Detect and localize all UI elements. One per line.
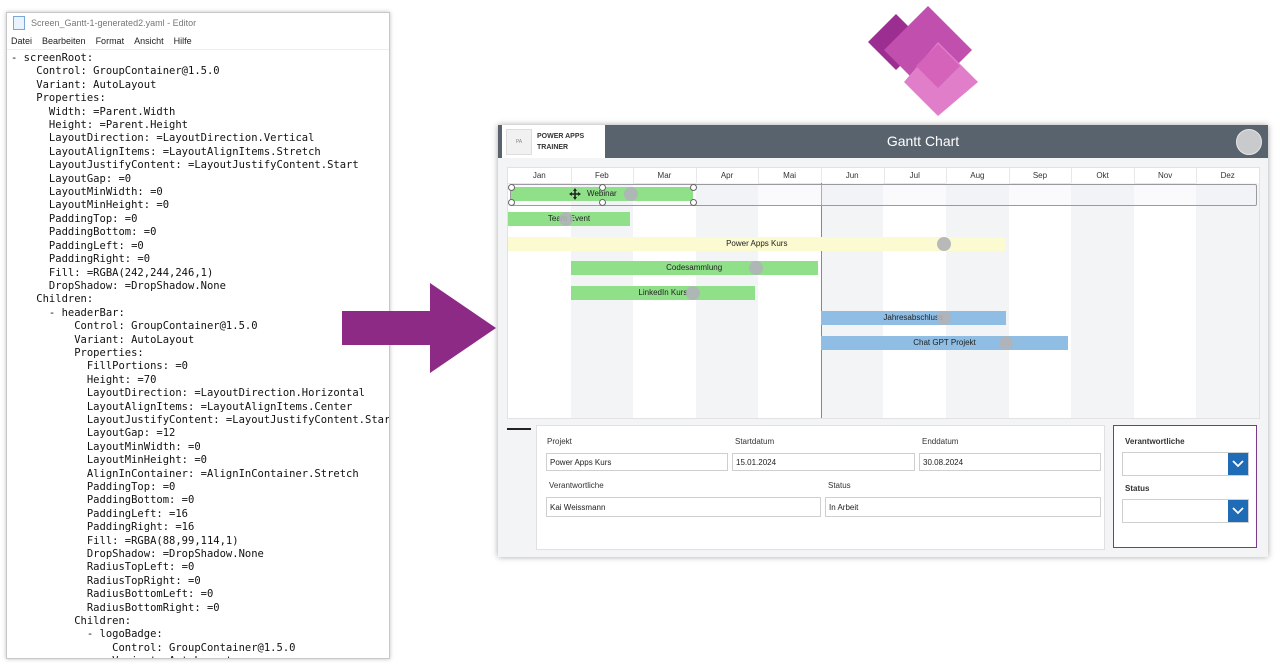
month-label: Jan: [532, 171, 546, 180]
progress-dot[interactable]: [999, 335, 1014, 350]
chevron-down-icon[interactable]: [1228, 500, 1248, 522]
logo-badge: PA POWER APPS TRAINER: [502, 125, 605, 158]
gantt-bar[interactable]: Jahresabschluss: [820, 311, 1006, 325]
badge-icon: PA: [506, 129, 532, 155]
resize-handle[interactable]: [689, 199, 697, 206]
verantwortliche-label: Verantwortliche: [549, 481, 604, 490]
startdatum-field[interactable]: 15.01.2024: [732, 453, 915, 471]
today-line: [820, 183, 823, 418]
badge-line1: POWER APPS: [537, 133, 585, 140]
notepad-icon: [13, 16, 25, 30]
month-column-shade: [820, 183, 884, 418]
enddatum-label: Enddatum: [922, 437, 959, 446]
menu-format[interactable]: Format: [96, 36, 125, 46]
menu-ansicht[interactable]: Ansicht: [134, 36, 164, 46]
gantt-bar[interactable]: Power Apps Kurs: [508, 236, 1006, 251]
filter-panel: Verantwortliche Status: [1113, 425, 1257, 548]
progress-dot[interactable]: [623, 187, 638, 201]
page-title: Gantt Chart: [886, 133, 960, 149]
verantwortliche-field[interactable]: Kai Weissmann: [546, 497, 821, 517]
month-label: Mai: [783, 171, 797, 180]
month-label: Okt: [1096, 171, 1109, 180]
power-apps-logo-icon: [868, 6, 978, 116]
month-label: Jun: [845, 171, 859, 180]
badge-line2: TRAINER: [537, 144, 569, 151]
detail-panel: Projekt Power Apps Kurs Startdatum 15.01…: [536, 425, 1105, 550]
enddatum-field[interactable]: 30.08.2024: [919, 453, 1101, 471]
startdatum-label: Startdatum: [735, 437, 775, 446]
month-label: Aug: [970, 171, 985, 180]
gantt-bar[interactable]: LinkedIn Kurs: [570, 286, 756, 301]
month-label: Dez: [1220, 171, 1235, 180]
status-dropdown[interactable]: [1122, 499, 1249, 523]
month-header: Jan Feb Mar Apr Mai Jun Jul Aug Sep Okt Nov Dez: [508, 168, 1259, 184]
notepad-editor-window: Screen_Gantt-1-generated2.yaml - Editor …: [6, 12, 390, 659]
gantt-bar[interactable]: Chat GPT Projekt: [820, 335, 1069, 350]
month-column-shade: [1071, 183, 1134, 418]
resize-handle[interactable]: [598, 184, 606, 191]
badge-text: POWER APPS TRAINER: [537, 131, 584, 153]
month-column-shade: [695, 183, 759, 418]
filter-owner-label: Verantwortliche: [1125, 437, 1185, 446]
month-label: Mar: [657, 171, 672, 180]
progress-dot[interactable]: [936, 236, 951, 251]
status-field[interactable]: In Arbeit: [825, 497, 1101, 517]
resize-handle[interactable]: [689, 184, 697, 191]
right-arrow-icon: [342, 283, 496, 373]
editor-title-bar: Screen_Gantt-1-generated2.yaml - Editor: [7, 13, 389, 33]
editor-text-area[interactable]: - screenRoot: Control: GroupContainer@1.…: [11, 52, 389, 658]
month-label: Apr: [720, 171, 734, 180]
editor-menu-bar: Datei Bearbeiten Format Ansicht Hilfe: [7, 33, 389, 50]
chevron-down-icon[interactable]: [1228, 453, 1248, 475]
menu-bearbeiten[interactable]: Bearbeiten: [42, 36, 86, 46]
month-label: Nov: [1158, 171, 1173, 180]
menu-hilfe[interactable]: Hilfe: [174, 36, 192, 46]
filter-status-label: Status: [1125, 484, 1150, 493]
gantt-chart: Jan Feb Mar Apr Mai Jun Jul Aug Sep Okt Nov Dez Web…: [507, 167, 1260, 419]
menu-datei[interactable]: Datei: [11, 36, 32, 46]
resize-handle[interactable]: [598, 199, 606, 206]
month-label: Sep: [1032, 171, 1048, 180]
month-label: Feb: [594, 171, 609, 180]
projekt-field[interactable]: Power Apps Kurs: [546, 453, 728, 471]
month-label: Jul: [909, 171, 920, 180]
avatar[interactable]: [1236, 129, 1262, 155]
owner-dropdown[interactable]: [1122, 452, 1249, 476]
month-column-shade: [1196, 183, 1259, 418]
tab-indicator: [507, 428, 531, 430]
power-app-window: PA POWER APPS TRAINER Gantt Chart Jan Feb…: [498, 125, 1268, 557]
header-bar: PA POWER APPS TRAINER Gantt Chart: [498, 125, 1268, 158]
gantt-bar[interactable]: Codesammlung: [570, 261, 818, 276]
editor-title: Screen_Gantt-1-generated2.yaml - Editor: [31, 18, 197, 28]
month-column-shade: [946, 183, 1009, 418]
progress-dot[interactable]: [936, 311, 951, 325]
status-label: Status: [828, 481, 851, 490]
projekt-label: Projekt: [547, 437, 572, 446]
move-cursor-icon: [569, 188, 582, 200]
